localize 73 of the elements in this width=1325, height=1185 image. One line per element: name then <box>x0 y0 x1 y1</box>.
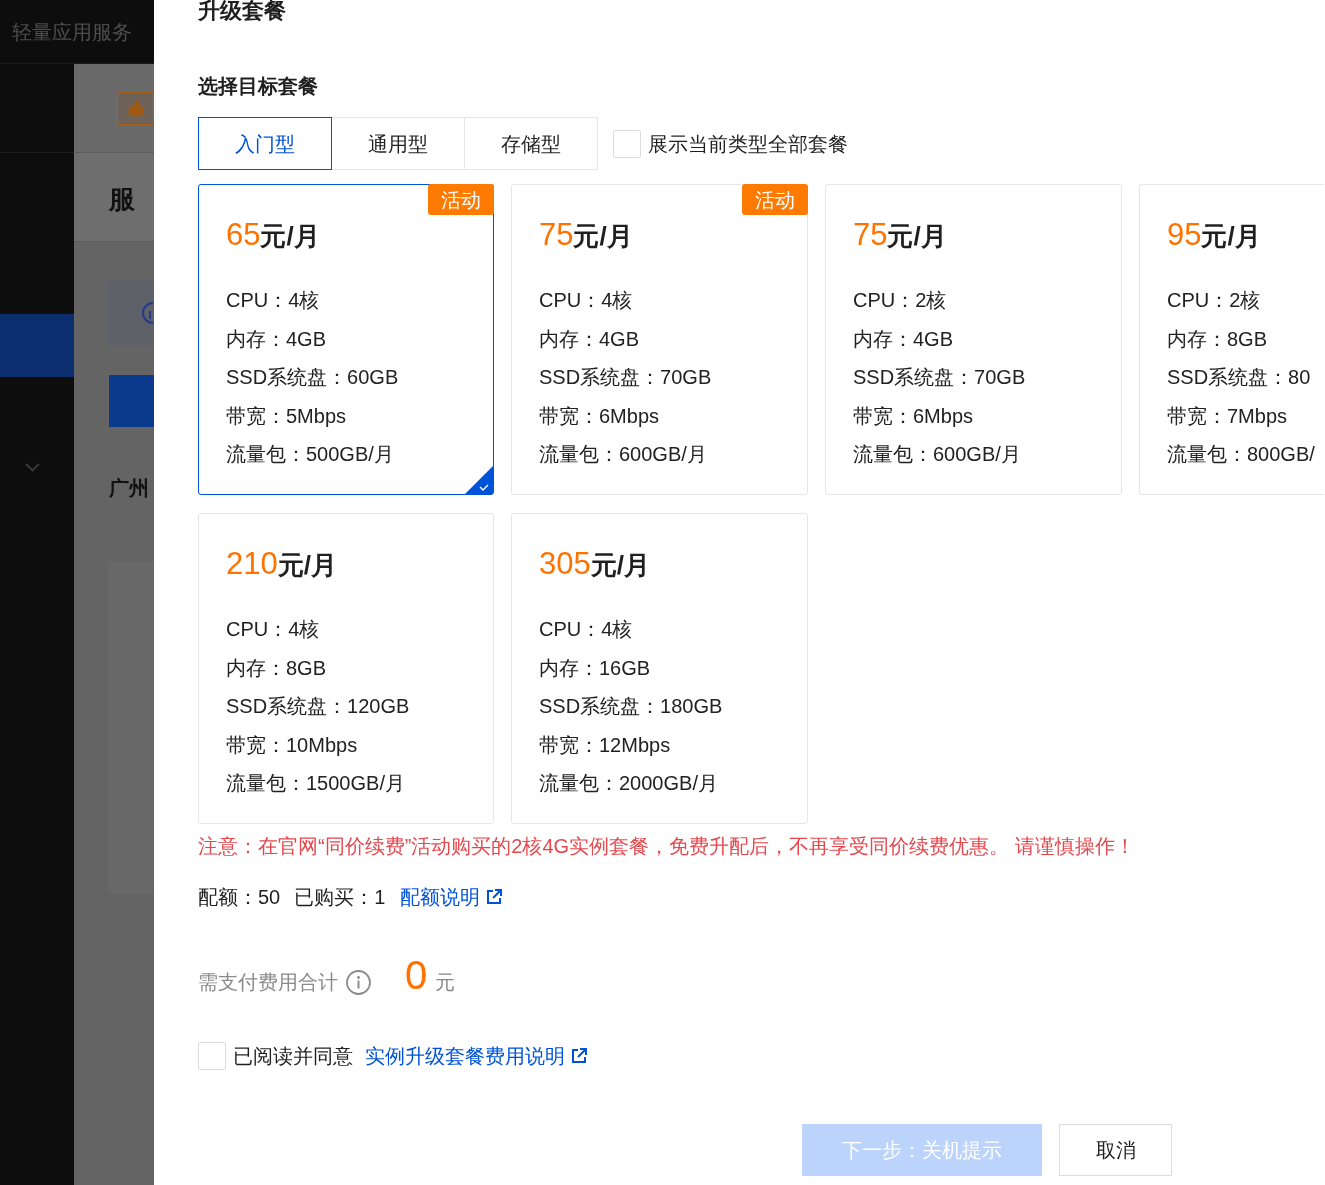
spec-text: 流量包：2000GB/月 <box>539 771 718 796</box>
currency-label: 元 <box>435 970 456 994</box>
plan-price: 65元/月 <box>226 217 321 254</box>
show-all-label: 展示当前类型全部套餐 <box>648 131 848 156</box>
promo-tag: 活动 <box>742 184 808 215</box>
external-link-icon <box>571 1048 587 1064</box>
show-all-checkbox[interactable] <box>613 129 641 158</box>
spec-text: 内存：8GB <box>1167 326 1268 352</box>
spec-text: 内存：4GB <box>539 326 640 352</box>
total-amount: 0 <box>405 955 428 995</box>
spec-text: 带宽：6Mbps <box>853 403 974 429</box>
plan-price: 75元/月 <box>539 217 634 254</box>
spec-text: SSD系统盘：120GB <box>226 694 410 719</box>
total-label: 需支付费用合计 <box>198 970 338 994</box>
spec-text: CPU：4核 <box>539 288 633 313</box>
spec-text: 内存：8GB <box>226 655 327 681</box>
plan-type-tab[interactable]: 入门型 <box>198 117 332 170</box>
spec-text: CPU：2核 <box>1167 288 1261 313</box>
cancel-button[interactable]: 取消 <box>1059 1124 1172 1176</box>
spec-text: 带宽：12Mbps <box>539 732 671 758</box>
plan-type-tab[interactable]: 存储型 <box>464 117 598 170</box>
agree-checkbox[interactable] <box>198 1042 226 1070</box>
region-label: 广州 <box>109 477 149 499</box>
fee-terms-link[interactable]: 实例升级套餐费用说明 <box>365 1044 587 1068</box>
spec-text: 内存：4GB <box>226 326 327 352</box>
plan-price: 75元/月 <box>853 217 948 254</box>
spec-text: CPU：4核 <box>539 617 633 642</box>
external-link-icon <box>486 889 503 905</box>
spec-text: CPU：4核 <box>226 288 320 313</box>
spec-text: 流量包：800GB/ <box>1167 442 1315 467</box>
spec-text: SSD系统盘：70GB <box>853 365 1026 390</box>
spec-text: SSD系统盘：80 <box>1167 365 1311 390</box>
plan-price: 95元/月 <box>1167 217 1262 254</box>
warning-text: 注意：在官网“同价续费”活动购买的2核4G实例套餐，免费升配后，不再享受同价续费优惠。 请谨慎操作！ <box>198 834 1135 858</box>
quota-text: 配额：50 <box>198 885 281 909</box>
spec-text: 带宽：6Mbps <box>539 403 660 429</box>
spec-text: 内存：4GB <box>853 326 954 352</box>
spec-text: 流量包：600GB/月 <box>853 442 1021 467</box>
plan-price: 210元/月 <box>226 546 338 583</box>
plan-card[interactable]: 75元/月 CPU：2核 内存：4GB SSD系统盘：70GB 带宽：6Mbps 流量包：600GB/月 <box>825 184 1122 495</box>
spec-text: SSD系统盘：70GB <box>539 365 712 390</box>
plan-card[interactable]: 210元/月 CPU：4核 内存：8GB SSD系统盘：120GB 带宽：10Mbps 流量包：1500GB/月 <box>198 513 494 824</box>
page-heading: 服 <box>109 184 135 214</box>
quota-info-link[interactable]: 配额说明 <box>400 885 503 909</box>
spec-text: CPU：4核 <box>226 617 320 642</box>
plan-price: 305元/月 <box>539 546 651 583</box>
spec-text: 带宽：7Mbps <box>1167 403 1288 429</box>
plan-type-tab[interactable]: 通用型 <box>331 117 465 170</box>
plan-card[interactable]: 95元/月 CPU：2核 内存：8GB SSD系统盘：80 带宽：7Mbps 流量包：800GB/ <box>1139 184 1324 495</box>
selected-check-icon <box>465 466 493 494</box>
thumbs-up-icon <box>117 92 154 125</box>
promo-tag: 活动 <box>428 184 494 215</box>
agreement-text: 已阅读并同意 <box>233 1044 353 1068</box>
plan-card[interactable]: 305元/月 CPU：4核 内存：16GB SSD系统盘：180GB 带宽：12Mbps 流量包：2000GB/月 <box>511 513 808 824</box>
info-icon[interactable] <box>346 969 371 995</box>
spec-text: 流量包：600GB/月 <box>539 442 707 467</box>
sidebar-item[interactable] <box>0 314 74 377</box>
purchased-text: 已购买：1 <box>294 885 386 909</box>
plan-card[interactable]: 活动 65元/月 CPU：4核 内存：4GB SSD系统盘：60GB 带宽：5Mbps 流量包：500GB/月 <box>198 184 494 495</box>
spec-text: SSD系统盘：180GB <box>539 694 723 719</box>
app-title: 轻量应用服务 <box>12 19 132 44</box>
drawer-title: 升级套餐 <box>198 0 286 22</box>
spec-text: 内存：16GB <box>539 655 651 681</box>
chevron-down-icon[interactable] <box>25 463 40 472</box>
plan-card[interactable]: 活动 75元/月 CPU：4核 内存：4GB SSD系统盘：70GB 带宽：6Mbps 流量包：600GB/月 <box>511 184 808 495</box>
spec-text: 带宽：10Mbps <box>226 732 358 758</box>
spec-text: 流量包：1500GB/月 <box>226 771 405 796</box>
spec-text: 流量包：500GB/月 <box>226 442 394 467</box>
section-title: 选择目标套餐 <box>198 76 318 96</box>
spec-text: 带宽：5Mbps <box>226 403 347 429</box>
spec-text: CPU：2核 <box>853 288 947 313</box>
primary-button[interactable] <box>109 375 154 427</box>
spec-text: SSD系统盘：60GB <box>226 365 399 390</box>
